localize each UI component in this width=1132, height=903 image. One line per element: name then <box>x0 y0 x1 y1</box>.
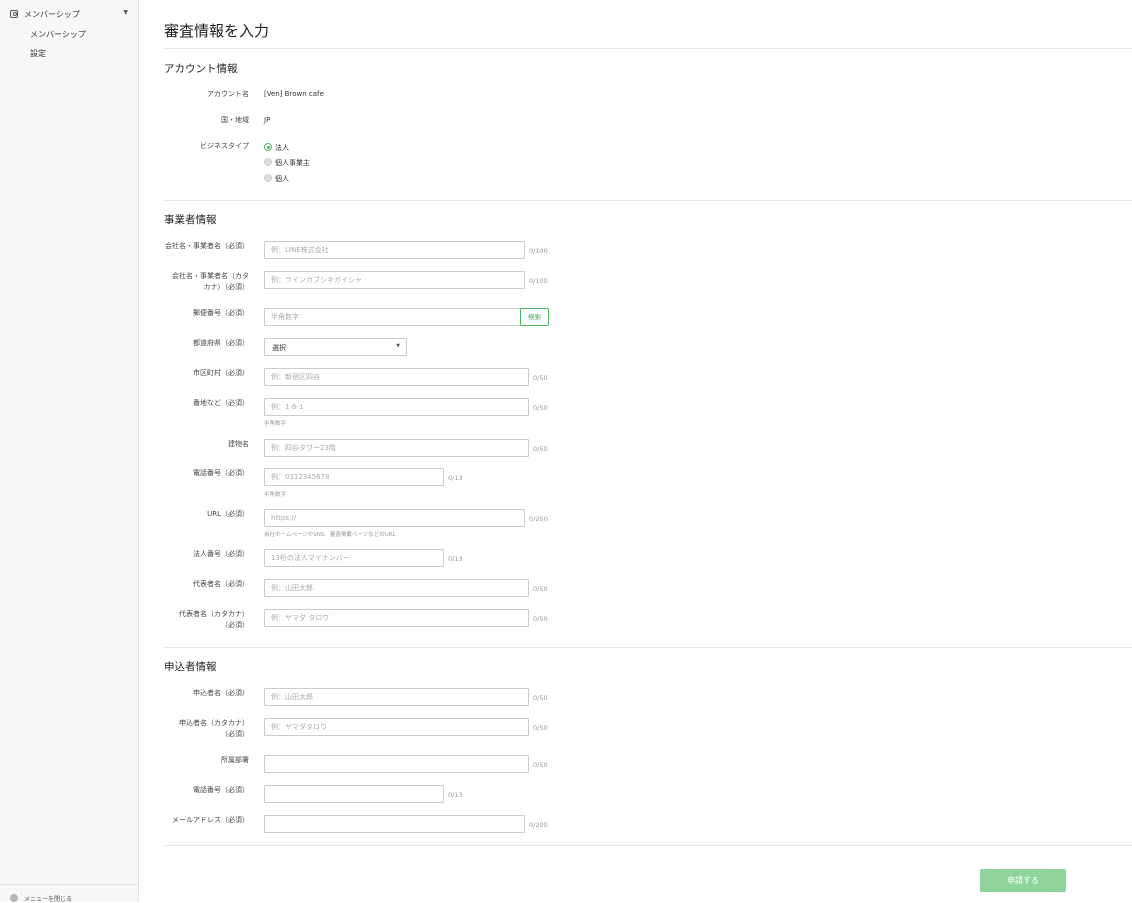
department-label: 所属部署 <box>221 756 249 764</box>
phone-label: 電話番号（必須） <box>193 469 249 477</box>
applicant-name-input[interactable] <box>264 688 529 706</box>
company-kana-label-1: 会社名・事業者名（カタ <box>172 272 249 280</box>
phone-hint: 半角数字 <box>264 492 287 498</box>
postal-label: 郵便番号（必須） <box>193 309 249 317</box>
email-count: 0/200 <box>529 821 548 829</box>
email-input[interactable] <box>264 815 525 833</box>
url-count: 0/250 <box>529 515 548 523</box>
applicant-phone-label: 電話番号（必須） <box>193 786 249 794</box>
postal-input[interactable] <box>264 308 521 326</box>
building-label: 建物名 <box>228 440 249 448</box>
section-title-account: アカウント情報 <box>164 63 238 75</box>
sidebar-group-label: メンバーシップ <box>24 10 80 19</box>
divider <box>164 845 1132 846</box>
country-label: 国・地域 <box>221 116 249 124</box>
applicant-kana-count: 0/50 <box>533 724 548 732</box>
applicant-name-label: 申込者名（必須） <box>193 689 249 697</box>
applicant-kana-input[interactable] <box>264 718 529 736</box>
prefecture-select-value: 選択 <box>272 344 286 352</box>
divider <box>164 647 1132 648</box>
sidebar-item-membership[interactable]: メンバーシップ <box>30 29 86 40</box>
building-input[interactable] <box>264 439 529 457</box>
main-content: 審査情報を入力 アカウント情報 アカウント名 [Ven] Brown cafe … <box>164 0 1132 902</box>
rep-kana-count: 0/50 <box>533 615 548 623</box>
user-icon <box>10 10 18 18</box>
page-title: 審査情報を入力 <box>164 22 270 40</box>
building-count: 0/50 <box>533 445 548 453</box>
sidebar-footer[interactable]: メニューを閉じる <box>0 884 139 903</box>
divider <box>164 200 1132 201</box>
url-hint: 自社ホームページやSNS、審査掲載ページなどのURL <box>264 532 396 538</box>
chevron-down-icon: ▼ <box>396 343 400 349</box>
section-title-business: 事業者情報 <box>164 214 217 226</box>
corp-number-input[interactable] <box>264 549 444 567</box>
prefecture-label: 都道府県（必須） <box>193 339 249 347</box>
address-label: 番地など（必須） <box>193 399 249 407</box>
company-name-count: 0/100 <box>529 247 548 255</box>
rep-kana-label-1: 代表者名（カタカナ） <box>179 610 249 618</box>
rep-kana-label-2: （必須） <box>221 621 249 629</box>
company-kana-input[interactable] <box>264 271 525 289</box>
applicant-phone-input[interactable] <box>264 785 444 803</box>
phone-count: 0/13 <box>448 474 463 482</box>
rep-name-input[interactable] <box>264 579 529 597</box>
department-count: 0/50 <box>533 761 548 769</box>
email-label: メールアドレス（必須） <box>172 816 249 824</box>
department-input[interactable] <box>264 755 529 773</box>
address-input[interactable] <box>264 398 529 416</box>
city-input[interactable] <box>264 368 529 386</box>
url-input[interactable] <box>264 509 525 527</box>
postal-search-button[interactable]: 検索 <box>520 308 549 326</box>
radio-unchecked-icon[interactable] <box>264 174 272 182</box>
section-title-applicant: 申込者情報 <box>164 661 217 673</box>
company-kana-count: 0/100 <box>529 277 548 285</box>
phone-input[interactable] <box>264 468 444 486</box>
applicant-kana-label-1: 申込者名（カタカナ） <box>179 719 249 727</box>
url-label: URL（必須） <box>207 510 249 518</box>
company-name-input[interactable] <box>264 241 525 259</box>
rep-name-label: 代表者名（必須） <box>193 580 249 588</box>
circle-icon <box>10 894 18 902</box>
applicant-name-count: 0/50 <box>533 694 548 702</box>
company-kana-label-2: カナ）（必須） <box>203 283 250 291</box>
radio-unchecked-icon[interactable] <box>264 158 272 166</box>
address-hint: 半角数字 <box>264 421 287 427</box>
applicant-phone-count: 0/13 <box>448 791 463 799</box>
prefecture-select[interactable]: 選択 ▼ <box>264 338 407 356</box>
business-type-label: ビジネスタイプ <box>200 142 249 150</box>
rep-name-count: 0/50 <box>533 585 548 593</box>
applicant-kana-label-2: （必須） <box>221 730 249 738</box>
account-name-label: アカウント名 <box>207 90 249 98</box>
divider <box>164 48 1132 49</box>
country-value: JP <box>264 116 271 124</box>
corp-number-label: 法人番号（必須） <box>193 550 249 558</box>
rep-kana-input[interactable] <box>264 609 529 627</box>
sidebar: メンバーシップ ▼ メンバーシップ 設定 メニューを閉じる <box>0 0 139 903</box>
sidebar-group-membership[interactable]: メンバーシップ ▼ <box>10 9 128 21</box>
city-label: 市区町村（必須） <box>193 369 249 377</box>
city-count: 0/50 <box>533 374 548 382</box>
submit-button[interactable]: 申請する <box>980 869 1066 892</box>
radio-checked-icon[interactable] <box>264 143 272 151</box>
account-name-value: [Ven] Brown cafe <box>264 90 324 98</box>
sidebar-item-settings[interactable]: 設定 <box>30 48 46 59</box>
corp-number-count: 0/13 <box>448 555 463 563</box>
chevron-down-icon[interactable]: ▼ <box>123 9 128 16</box>
company-name-label: 会社名・事業者名（必須） <box>165 242 249 250</box>
address-count: 0/50 <box>533 404 548 412</box>
